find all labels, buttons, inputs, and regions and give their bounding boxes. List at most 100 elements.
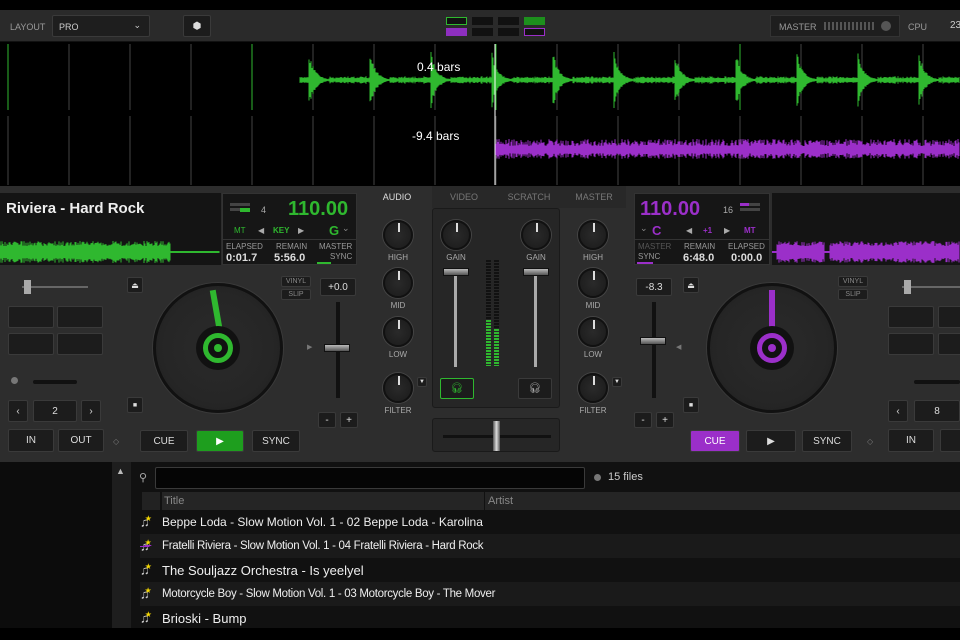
deck1-vinyl-button[interactable]: VINYL xyxy=(281,276,311,287)
loop-half-button[interactable]: ‹ xyxy=(888,400,908,422)
key-down-icon[interactable]: ◀ xyxy=(686,226,692,235)
deck2-play-button[interactable]: ▶ xyxy=(746,430,796,452)
table-row[interactable]: ♫★ Brioski - Bump xyxy=(140,606,960,630)
pad-1[interactable] xyxy=(888,306,934,328)
deck1-high-knob[interactable] xyxy=(383,220,413,250)
crossfader[interactable] xyxy=(432,418,560,452)
filter-menu-button[interactable]: ▼ xyxy=(612,377,622,387)
table-row[interactable]: ♫★ The Souljazz Orchestra - Is yeelyel xyxy=(140,558,960,582)
deck-selector[interactable] xyxy=(444,16,548,38)
chevron-down-icon[interactable]: ⌄ xyxy=(640,223,648,234)
deck1-sync-button[interactable]: SYNC xyxy=(252,430,300,452)
table-row[interactable]: ♫★ Beppe Loda - Slow Motion Vol. 1 - 02 B… xyxy=(140,510,960,534)
deck2-mt-button[interactable]: MT xyxy=(744,226,756,235)
pad-4[interactable] xyxy=(57,333,103,355)
deck2-filter-knob[interactable] xyxy=(578,373,608,403)
deck1-key[interactable]: G xyxy=(329,223,339,238)
deck1-headphone-cue-button[interactable]: 🎧︎ xyxy=(440,378,474,399)
deck1-gain-knob[interactable] xyxy=(441,220,471,250)
deck1-mid-knob[interactable] xyxy=(383,268,413,298)
deck1-low-knob[interactable] xyxy=(383,317,413,347)
deck2-pitch-slider[interactable] xyxy=(652,302,656,398)
pitch-minus-button[interactable]: - xyxy=(318,412,336,428)
folder-tree[interactable] xyxy=(0,462,112,628)
out-label: OUT xyxy=(70,435,91,446)
deck2-jog-wheel[interactable] xyxy=(707,283,837,413)
deck2-high-knob[interactable] xyxy=(578,220,608,250)
mixer-tab-scratch[interactable]: SCRATCH xyxy=(496,186,562,208)
3d-cube-button[interactable]: ⬢ xyxy=(183,15,211,37)
deck2-master-label[interactable]: MASTER xyxy=(638,242,671,251)
loop-half-button[interactable]: ‹ xyxy=(8,400,28,422)
deck2-sync-label[interactable]: SYNC xyxy=(638,252,660,261)
tab-label: AUDIO xyxy=(383,192,412,202)
pad-2[interactable] xyxy=(938,306,960,328)
key-up-icon[interactable]: ▶ xyxy=(298,226,304,235)
deck2-key[interactable]: C xyxy=(652,223,661,238)
deck1-mt-button[interactable]: MT xyxy=(234,226,246,235)
mixer-tab-audio[interactable]: AUDIO xyxy=(362,186,432,208)
mixer-tab-video[interactable]: VIDEO xyxy=(432,186,496,208)
deck1-in-button[interactable]: IN xyxy=(8,429,54,452)
pad-3[interactable] xyxy=(8,333,54,355)
deck1-sync-label[interactable]: SYNC xyxy=(330,252,352,261)
deck2-loop-size[interactable]: 8 xyxy=(914,400,960,422)
deck2-in-button[interactable]: IN xyxy=(888,429,934,452)
deck2-cue-button[interactable]: CUE xyxy=(690,430,740,452)
deck2-vinyl-button[interactable]: VINYL xyxy=(838,276,868,287)
deck1-jog-wheel[interactable] xyxy=(153,283,283,413)
table-row[interactable]: ♫★ Fratelli Riviera - Slow Motion Vol. 1 … xyxy=(140,534,960,558)
layout-select[interactable]: PRO ⌄ xyxy=(52,15,150,37)
filter-menu-button[interactable]: ▼ xyxy=(417,377,427,387)
deck1-play-button[interactable]: ▶ xyxy=(196,430,244,452)
pitch-plus-button[interactable]: + xyxy=(656,412,674,428)
deck2-mid-knob[interactable] xyxy=(578,268,608,298)
deck1-cue-button[interactable]: CUE xyxy=(140,430,188,452)
key-up-icon[interactable]: ▶ xyxy=(724,226,730,235)
deck2-headphone-cue-button[interactable]: 🎧︎ xyxy=(518,378,552,399)
deck1-filter-knob[interactable] xyxy=(383,373,413,403)
music-note-star-icon: ♫★ xyxy=(140,610,162,625)
deck1-loop-size[interactable]: 2 xyxy=(33,400,77,422)
loop-double-button[interactable]: › xyxy=(81,400,101,422)
deck2-pitch-value: -8.3 xyxy=(636,278,672,296)
deck1-small-slider[interactable] xyxy=(22,286,88,288)
deck1-slip-button[interactable]: SLIP xyxy=(281,289,311,300)
deck1-scrolling-waveform xyxy=(8,44,959,110)
pitch-label: +0.0 xyxy=(328,282,348,293)
pad-2[interactable] xyxy=(57,306,103,328)
table-row[interactable]: ♫★ Motorcycle Boy - Slow Motion Vol. 1 - … xyxy=(140,582,960,606)
eject-button[interactable]: ⏏ xyxy=(683,277,699,293)
scrollbar[interactable]: ▲ xyxy=(112,462,131,628)
waveform-area[interactable]: 0.4 bars -9.4 bars xyxy=(0,44,960,185)
deck1-master-label[interactable]: MASTER xyxy=(319,242,352,251)
deck1-volume-fader[interactable] xyxy=(454,272,457,367)
deck1-out-button[interactable]: OUT xyxy=(58,429,104,452)
pitch-minus-button[interactable]: - xyxy=(634,412,652,428)
deck2-stop-button[interactable]: ■ xyxy=(683,397,699,413)
mixer-tab-master[interactable]: MASTER xyxy=(562,186,626,208)
scroll-up-icon[interactable]: ▲ xyxy=(116,466,125,476)
chevron-down-icon[interactable]: ⌄ xyxy=(342,223,350,234)
eject-button[interactable]: ⏏ xyxy=(127,277,143,293)
deck1-overview-waveform[interactable] xyxy=(0,241,219,263)
deck2-sync-button[interactable]: SYNC xyxy=(802,430,852,452)
deck2-out-button[interactable] xyxy=(940,429,960,452)
deck1-stop-button[interactable]: ■ xyxy=(127,397,143,413)
pad-4[interactable] xyxy=(938,333,960,355)
pad-3[interactable] xyxy=(888,333,934,355)
deck2-gain-knob[interactable] xyxy=(521,220,551,250)
pitch-plus-button[interactable]: + xyxy=(340,412,358,428)
deck2-volume-fader[interactable] xyxy=(534,272,537,367)
track-title: Beppe Loda - Slow Motion Vol. 1 - 02 Bep… xyxy=(162,515,483,529)
track-title: Brioski - Bump xyxy=(162,611,247,626)
deck2-overview-waveform[interactable] xyxy=(772,241,959,263)
search-input[interactable] xyxy=(155,467,585,489)
column-artist[interactable]: Artist xyxy=(485,492,960,510)
deck2-slip-button[interactable]: SLIP xyxy=(838,289,868,300)
deck2-low-knob[interactable] xyxy=(578,317,608,347)
file-count: 15 files xyxy=(608,471,643,483)
key-down-icon[interactable]: ◀ xyxy=(258,226,264,235)
column-title[interactable]: Title xyxy=(162,492,484,510)
pad-1[interactable] xyxy=(8,306,54,328)
